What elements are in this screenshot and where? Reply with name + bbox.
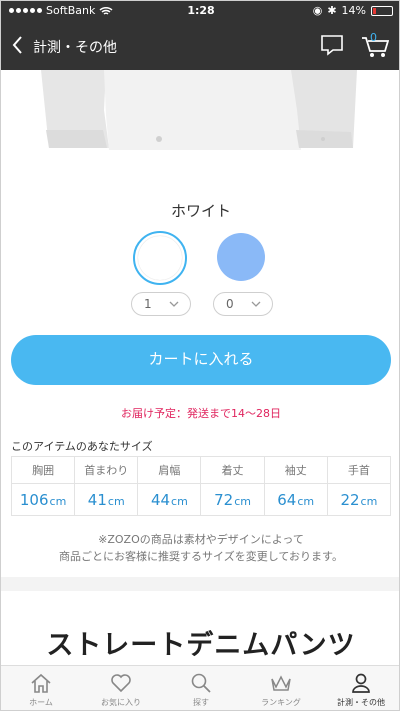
message-icon[interactable] xyxy=(321,34,343,56)
search-icon xyxy=(191,673,211,693)
header-title: 計測・その他 xyxy=(33,40,117,56)
tab-label: 探す xyxy=(193,698,209,707)
size-cell: 41cm xyxy=(74,483,139,516)
size-value-row: 106cm 41cm 44cm 72cm 64cm 22cm xyxy=(10,483,392,516)
size-value: 44 xyxy=(150,490,171,509)
selected-color-name: ホワイト xyxy=(170,202,231,220)
size-cell: 72cm xyxy=(200,483,265,516)
size-unit: cm xyxy=(107,494,125,508)
size-value: 22 xyxy=(340,490,360,509)
tab-measure-other[interactable]: 計測・その他 xyxy=(321,666,399,710)
size-header-row: 胸囲 首まわり 肩幅 着丈 袖丈 手首 xyxy=(10,456,392,484)
battery-icon xyxy=(371,5,393,16)
app-screen: SoftBank 1:28 ◉ ✱ 14% 計測・その他 0 ホワイト 1 0 xyxy=(0,0,400,711)
size-value: 41 xyxy=(87,490,107,509)
quantity-value: 0 xyxy=(226,297,234,311)
rotation-lock-icon: ◉ xyxy=(312,4,323,17)
tab-label: ランキング xyxy=(261,698,301,707)
tab-home[interactable]: ホーム xyxy=(1,666,81,710)
nav-header: 計測・その他 0 xyxy=(1,21,399,70)
color-swatch-white[interactable] xyxy=(133,231,187,285)
size-cell: 44cm xyxy=(137,483,202,516)
quantity-select-white[interactable]: 1 xyxy=(131,292,191,316)
battery-percent: 14% xyxy=(341,4,366,17)
quantity-value: 1 xyxy=(144,297,152,311)
size-unit: cm xyxy=(171,494,188,508)
size-value: 64 xyxy=(277,490,297,509)
chevron-down-icon xyxy=(251,301,261,307)
size-section-title: このアイテムのあなたサイズ xyxy=(11,440,153,453)
size-unit: cm xyxy=(49,494,67,508)
product-image[interactable] xyxy=(1,70,400,150)
tab-label: 計測・その他 xyxy=(337,698,385,707)
size-col-header: 首まわり xyxy=(74,456,139,484)
crown-icon xyxy=(271,675,291,691)
size-table: 胸囲 首まわり 肩幅 着丈 袖丈 手首 106cm 41cm 44cm 72cm… xyxy=(10,456,392,516)
tab-label: お気に入り xyxy=(101,698,141,707)
size-unit: cm xyxy=(297,494,315,508)
home-icon xyxy=(31,673,51,693)
size-col-header: 着丈 xyxy=(200,456,265,484)
heart-icon xyxy=(111,674,131,693)
size-cell: 22cm xyxy=(326,483,392,516)
size-col-header: 胸囲 xyxy=(10,456,76,484)
swatch-fill xyxy=(138,236,182,280)
size-cell: 64cm xyxy=(263,483,328,516)
next-product-title: ストレートデニムパンツ xyxy=(46,630,356,661)
color-swatch-blue[interactable] xyxy=(217,233,265,281)
tab-favorites[interactable]: お気に入り xyxy=(81,666,161,710)
back-chevron-icon[interactable] xyxy=(11,35,23,55)
section-divider xyxy=(1,577,399,591)
add-to-cart-button[interactable]: カートに入れる xyxy=(11,335,391,385)
tab-search[interactable]: 探す xyxy=(161,666,241,710)
person-icon xyxy=(352,673,370,693)
size-unit: cm xyxy=(234,494,251,508)
size-note-line: 商品ごとにお客様に推奨するサイズを変更しております。 xyxy=(59,550,343,563)
size-col-header: 袖丈 xyxy=(263,456,328,484)
quantity-select-blue[interactable]: 0 xyxy=(213,292,273,316)
delivery-estimate: お届け予定：発送まで14〜28日 xyxy=(121,407,281,420)
chevron-down-icon xyxy=(169,301,179,307)
size-col-header: 手首 xyxy=(326,456,392,484)
bluetooth-icon: ✱ xyxy=(327,4,337,17)
size-cell: 106cm xyxy=(10,483,76,516)
cart-count-badge: 0 xyxy=(370,31,377,44)
tab-label: ホーム xyxy=(29,698,53,707)
tab-bar: ホーム お気に入り 探す ランキング 計測・その他 xyxy=(1,665,399,710)
size-value: 72 xyxy=(214,490,234,509)
size-note-line: ※ZOZOの商品は素材やデザインによって xyxy=(98,533,304,546)
size-unit: cm xyxy=(360,494,378,508)
size-note: ※ZOZOの商品は素材やデザインによって 商品ごとにお客様に推奨するサイズを変更… xyxy=(1,531,399,565)
tab-ranking[interactable]: ランキング xyxy=(241,666,321,710)
status-bar: SoftBank 1:28 ◉ ✱ 14% xyxy=(1,1,399,21)
size-value: 106 xyxy=(19,490,49,509)
size-col-header: 肩幅 xyxy=(137,456,202,484)
status-right: ◉ ✱ 14% xyxy=(313,4,393,17)
